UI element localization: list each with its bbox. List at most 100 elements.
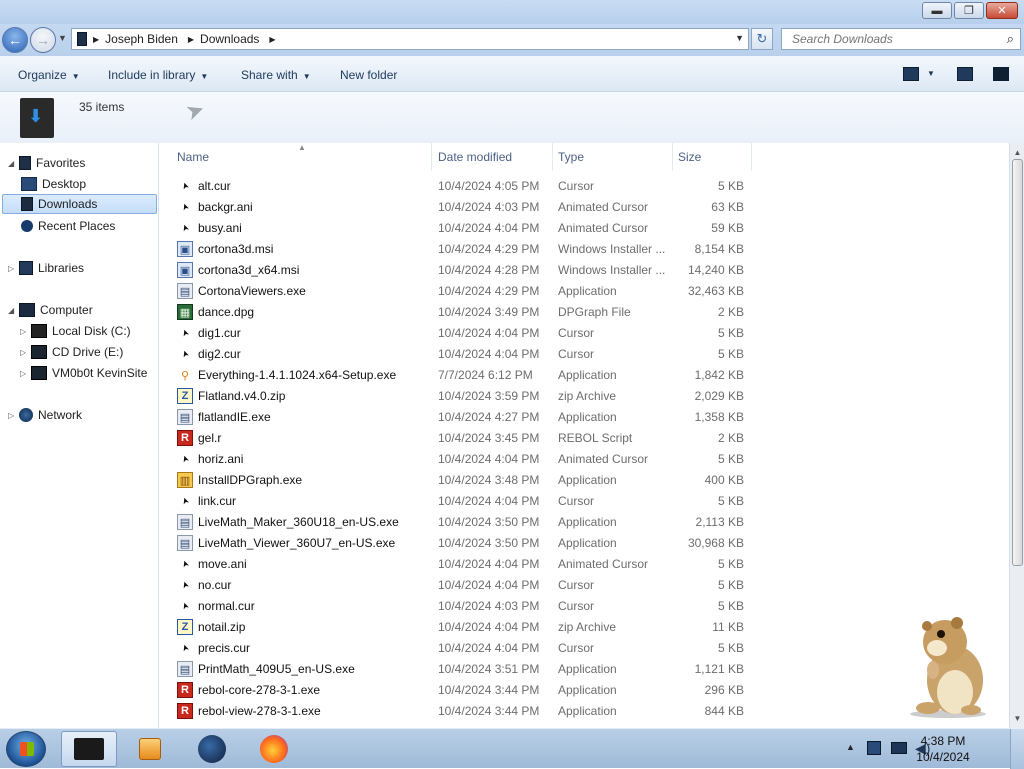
show-hidden-icons-button[interactable]: ▲ [846,742,855,752]
taskbar-media-player-button[interactable] [122,731,178,767]
nav-downloads[interactable]: Downloads [2,194,157,214]
file-row[interactable]: ➤ precis.cur 10/4/2024 4:04 PM Cursor 5 KB [160,637,760,658]
file-row[interactable]: ➤ horiz.ani 10/4/2024 4:04 PM Animated Curs… [160,448,760,469]
change-view-icon[interactable] [903,67,919,81]
file-row[interactable]: ➤ dig1.cur 10/4/2024 4:04 PM Cursor 5 KB [160,322,760,343]
minimize-button[interactable]: ▬ [922,2,952,19]
file-row[interactable]: Rrebol-view-278-3-1.exe 10/4/2024 3:44 PM… [160,700,760,721]
new-folder-button[interactable]: New folder [340,68,397,82]
file-row[interactable]: ➤ move.ani 10/4/2024 4:04 PM Animated Curso… [160,553,760,574]
maximize-button[interactable]: ❐ [954,2,984,19]
collapse-triangle-icon[interactable]: ◢ [8,159,18,168]
file-row[interactable]: ➤ normal.cur 10/4/2024 4:03 PM Cursor 5 KB [160,595,760,616]
file-row[interactable]: ➤ link.cur 10/4/2024 4:04 PM Cursor 5 KB [160,490,760,511]
search-input[interactable] [790,31,990,47]
file-row[interactable]: ▤ PrintMath_409U5_en-US.exe 10/4/2024 3:51… [160,658,760,679]
back-button[interactable]: ← [2,27,28,53]
address-bar[interactable]: ▶ Joseph Biden ▶ Downloads ▶ ▼ [71,28,749,50]
scroll-thumb[interactable] [1012,159,1023,566]
file-row[interactable]: ⚲ Everything-1.4.1.1024.x64-Setup.exe 7/7/… [160,364,760,385]
breadcrumb-joseph-biden[interactable]: Joseph Biden [105,32,178,46]
expand-triangle-icon[interactable]: ▷ [20,348,30,357]
chevron-down-icon: ▼ [302,72,311,81]
file-date-modified: 10/4/2024 3:49 PM [438,305,540,319]
nav-recent-places[interactable]: Recent Places [20,216,115,236]
organize-button[interactable]: Organize ▼ [18,68,80,82]
search-box[interactable]: ⌕ [781,28,1021,50]
include-in-library-button[interactable]: Include in library ▼ [108,68,208,82]
scroll-down-arrow-icon[interactable]: ▼ [1010,711,1024,726]
file-row[interactable]: Z Flatland.v4.0.zip 10/4/2024 3:59 PM zip A… [160,385,760,406]
scroll-up-arrow-icon[interactable]: ▲ [1010,145,1024,160]
address-history-dropdown-icon[interactable]: ▼ [735,33,744,43]
file-row[interactable]: ▤ flatlandIE.exe 10/4/2024 4:27 PM Applicat… [160,406,760,427]
file-type: Animated Cursor [558,557,649,571]
help-icon[interactable] [993,67,1009,81]
breadcrumb-separator-icon[interactable]: ▶ [188,35,194,44]
file-type: REBOL Script [558,431,633,445]
column-header-date-modified[interactable]: Date modified [433,143,553,171]
file-row[interactable]: ➤ backgr.ani 10/4/2024 4:03 PM Animated Cur… [160,196,760,217]
file-row[interactable]: ▣ cortona3d_x64.msi 10/4/2024 4:28 PM Windo… [160,259,760,280]
column-header-size[interactable]: Size [673,143,752,171]
view-options-dropdown-icon[interactable]: ▼ [927,69,935,78]
preview-pane-icon[interactable] [957,67,973,81]
file-list: Name ▲ Date modified Type Size ➤ alt.cur 1… [160,143,1009,728]
nav-desktop[interactable]: Desktop [20,174,86,194]
taskbar-explorer-button[interactable] [61,731,117,767]
nav-computer[interactable]: ◢ Computer [8,300,93,320]
column-header-type[interactable]: Type [553,143,673,171]
breadcrumb-downloads[interactable]: Downloads [200,32,259,46]
share-with-button[interactable]: Share with ▼ [241,68,311,82]
start-button[interactable] [6,731,46,767]
file-row[interactable]: ▥ InstallDPGraph.exe 10/4/2024 3:48 PM Appl… [160,469,760,490]
file-type: Application [558,515,617,529]
close-button[interactable]: ✕ [986,2,1018,19]
chevron-down-icon: ▼ [200,72,209,81]
nav-local-disk[interactable]: ▷ Local Disk (C:) [20,321,131,341]
file-type: Cursor [558,494,595,508]
refresh-button[interactable]: ↻ [751,28,773,50]
nav-network[interactable]: ▷ Network [8,405,82,425]
file-date-modified: 10/4/2024 4:04 PM [438,221,540,235]
forward-button[interactable]: → [30,27,56,53]
file-row[interactable]: ➤ no.cur 10/4/2024 4:04 PM Cursor 5 KB [160,574,760,595]
file-row[interactable]: ▤ LiveMath_Maker_360U18_en-US.exe 10/4/202… [160,511,760,532]
nav-cd-drive[interactable]: ▷ CD Drive (E:) [20,342,123,362]
vertical-scrollbar[interactable]: ▲ ▼ [1009,143,1024,728]
exe-icon: ▤ [177,514,193,530]
collapse-triangle-icon[interactable]: ◢ [8,306,18,315]
tray-monitor-icon[interactable] [891,742,907,754]
file-row[interactable]: ▤ LiveMath_Viewer_360U7_en-US.exe 10/4/202… [160,532,760,553]
file-row[interactable]: Rgel.r 10/4/2024 3:45 PM REBOL Script 2 KB [160,427,760,448]
file-row[interactable]: Znotail.zip 10/4/2024 4:04 PM zip Archive 1… [160,616,760,637]
downloads-folder-icon: ⬇ [20,98,54,138]
file-row[interactable]: ▤ CortonaViewers.exe 10/4/2024 4:29 PM Appl… [160,280,760,301]
hamster-mascot-icon[interactable] [903,612,989,718]
file-row[interactable]: ▣ cortona3d.msi 10/4/2024 4:29 PM Windows I… [160,238,760,259]
tray-device-icon[interactable] [867,741,881,755]
breadcrumb-separator-icon[interactable]: ▶ [269,35,275,44]
file-row[interactable]: ➤ alt.cur 10/4/2024 4:05 PM Cursor 5 KB [160,175,760,196]
expand-triangle-icon[interactable]: ▷ [8,411,18,420]
file-date-modified: 10/4/2024 3:44 PM [438,704,540,718]
show-desktop-button[interactable] [1010,729,1024,769]
sort-ascending-icon: ▲ [298,143,306,152]
file-row[interactable]: ▦ dance.dpg 10/4/2024 3:49 PM DPGraph File 2… [160,301,760,322]
file-row[interactable]: ➤ busy.ani 10/4/2024 4:04 PM Animated Curso… [160,217,760,238]
recent-pages-dropdown[interactable]: ▼ [58,33,67,43]
file-type: Cursor [558,347,595,361]
nav-vm-share[interactable]: ▷ VM0b0t KevinSite [20,363,147,383]
file-row[interactable]: ➤ dig2.cur 10/4/2024 4:04 PM Cursor 5 KB [160,343,760,364]
taskbar-clock[interactable]: 4:38 PM 10/4/2024 [912,733,974,765]
breadcrumb-separator-icon[interactable]: ▶ [93,35,99,44]
expand-triangle-icon[interactable]: ▷ [8,264,18,273]
taskbar-firefox-button[interactable] [246,731,302,767]
nav-favorites[interactable]: ◢ Favorites [8,153,85,173]
expand-triangle-icon[interactable]: ▷ [20,369,30,378]
taskbar-network-globe-button[interactable] [184,731,240,767]
expand-triangle-icon[interactable]: ▷ [20,327,30,336]
network-globe-icon [19,408,33,422]
file-row[interactable]: Rrebol-core-278-3-1.exe 10/4/2024 3:44 PM… [160,679,760,700]
nav-libraries[interactable]: ▷ Libraries [8,258,84,278]
